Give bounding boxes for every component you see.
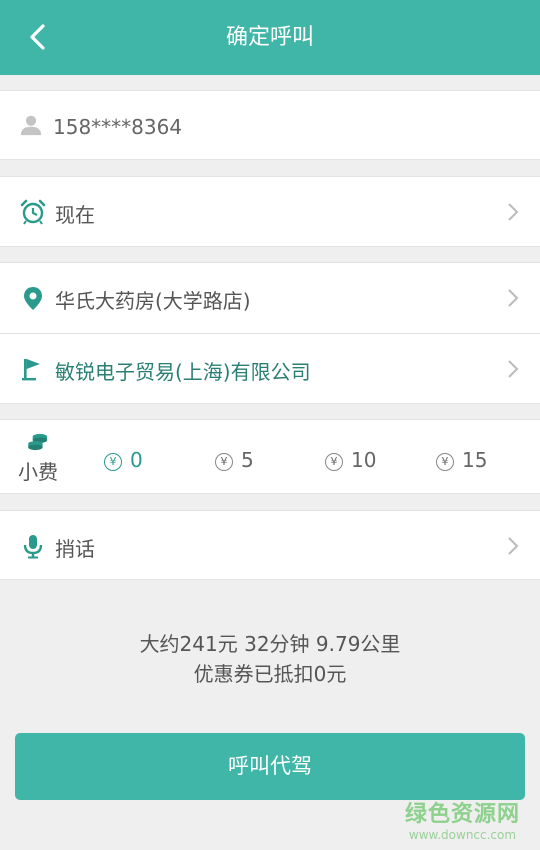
start-location-row[interactable]: 华氏大药房(大学路店) <box>0 263 540 333</box>
time-label: 现在 <box>55 203 95 227</box>
chevron-right-icon <box>508 289 519 307</box>
time-row[interactable]: 现在 <box>0 176 540 247</box>
coupon-discount: 优惠券已抵扣0元 <box>193 662 347 686</box>
yen-icon: ¥ <box>104 453 122 471</box>
tip-option-15[interactable]: ¥15 <box>436 448 487 472</box>
message-row[interactable]: 捎话 <box>0 510 540 580</box>
tip-label: 小费 <box>18 460 58 484</box>
watermark-url: www.downcc.com <box>408 828 517 842</box>
passenger-phone: 158****8364 <box>53 115 183 139</box>
chevron-right-icon <box>508 203 519 221</box>
fare-estimate: 大约241元 32分钟 9.79公里 <box>139 632 401 656</box>
yen-icon: ¥ <box>215 453 233 471</box>
tip-option-5[interactable]: ¥5 <box>215 448 254 472</box>
flag-icon <box>22 359 40 381</box>
yen-icon: ¥ <box>325 453 343 471</box>
yen-icon: ¥ <box>436 453 454 471</box>
tip-row: 小费 ¥0 ¥5 ¥10 ¥15 <box>0 419 540 494</box>
location-pin-icon <box>24 287 42 310</box>
page-title: 确定呼叫 <box>225 25 314 50</box>
coins-icon <box>28 433 48 451</box>
destination-row[interactable]: 敏锐电子贸易(上海)有限公司 <box>0 334 540 404</box>
user-icon <box>20 115 42 136</box>
message-label: 捎话 <box>55 537 95 561</box>
start-location: 华氏大药房(大学路店) <box>55 289 251 313</box>
chevron-right-icon <box>508 360 519 378</box>
tip-option-10[interactable]: ¥10 <box>325 448 376 472</box>
tip-option-0[interactable]: ¥0 <box>104 448 143 472</box>
chevron-right-icon <box>508 537 519 555</box>
app-header: 确定呼叫 <box>0 0 540 75</box>
watermark: 绿色资源网 www.downcc.com <box>405 796 520 842</box>
watermark-name: 绿色资源网 <box>404 802 520 827</box>
call-driver-button[interactable]: 呼叫代驾 <box>15 733 525 800</box>
destination: 敏锐电子贸易(上海)有限公司 <box>55 360 311 384</box>
alarm-clock-icon <box>20 199 46 225</box>
microphone-icon <box>23 535 43 559</box>
passenger-phone-row: 158****8364 <box>0 90 540 160</box>
route-section: 华氏大药房(大学路店) 敏锐电子贸易(上海)有限公司 <box>0 262 540 404</box>
